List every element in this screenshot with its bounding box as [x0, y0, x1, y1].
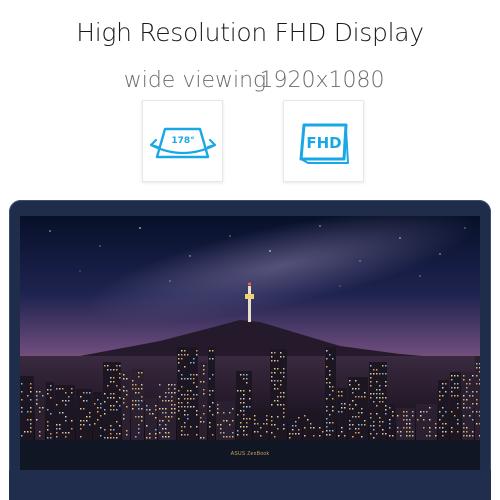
fhd-text: FHD: [306, 134, 341, 152]
viewing-angle-text: 178°: [171, 136, 194, 146]
feature-label-resolution: 1920x1080: [259, 68, 385, 93]
brand-label: ASUS ZenBook: [230, 451, 270, 457]
laptop-base: [9, 470, 491, 500]
viewing-angle-icon: 178°: [149, 127, 217, 159]
fhd-card: FHD: [283, 100, 364, 182]
laptop-screen: [20, 216, 480, 440]
viewing-angle-card: 178°: [142, 100, 223, 182]
night-city-skyline-image: [20, 216, 480, 440]
page-title: High Resolution FHD Display: [76, 18, 424, 47]
fhd-icon: FHD: [299, 123, 349, 164]
